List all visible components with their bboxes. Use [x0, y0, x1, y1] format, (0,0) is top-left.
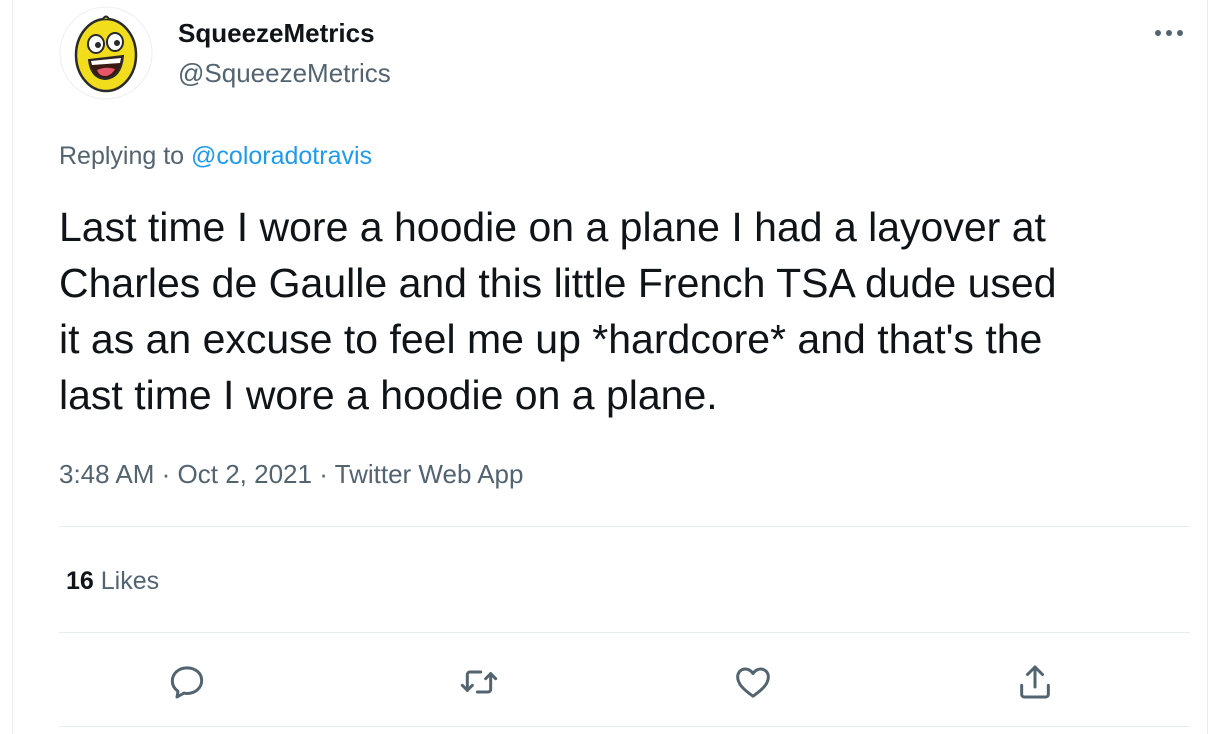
tweet-text-line: last time I wore a hoodie on a plane.: [59, 372, 718, 418]
author-handle[interactable]: @SqueezeMetrics: [178, 57, 391, 89]
likes-label: Likes: [100, 567, 160, 595]
tweet-text-line: Last time I wore a hoodie on a plane I h…: [59, 204, 1046, 250]
share-icon: [1020, 665, 1050, 699]
more-options-button[interactable]: [1149, 18, 1189, 48]
reply-context: Replying to @coloradotravis: [59, 140, 372, 172]
meta-separator: ·: [319, 459, 328, 489]
tweet-text-line: Charles de Gaulle and this little French…: [59, 260, 1057, 306]
tweet-card: SqueezeMetrics @SqueezeMetrics Replying …: [12, 0, 1208, 734]
reply-context-prefix: Replying to: [59, 142, 185, 170]
reply-mention-link[interactable]: @coloradotravis: [191, 142, 372, 170]
likes-count: 16: [66, 567, 94, 595]
retweet-button[interactable]: [457, 660, 501, 704]
like-button[interactable]: [731, 660, 775, 704]
tweet-text: Last time I wore a hoodie on a plane I h…: [59, 199, 1199, 423]
avatar[interactable]: [59, 6, 153, 100]
tweet-source[interactable]: Twitter Web App: [335, 459, 524, 489]
tweet-time[interactable]: 3:48 AM: [59, 459, 154, 489]
meta-separator: ·: [161, 459, 171, 489]
tweet-date[interactable]: Oct 2, 2021: [178, 459, 312, 489]
divider: [59, 726, 1190, 727]
divider: [59, 632, 1190, 633]
heart-icon: [736, 667, 770, 698]
likes-stat[interactable]: 16 Likes: [66, 565, 159, 597]
more-horizontal-icon: [1155, 30, 1183, 36]
author-display-name[interactable]: SqueezeMetrics: [178, 17, 375, 49]
reply-icon: [170, 666, 204, 699]
reply-button[interactable]: [165, 660, 209, 704]
tweet-metadata: 3:48 AM · Oct 2, 2021 · Twitter Web App: [59, 458, 523, 490]
divider: [59, 526, 1190, 527]
tweet-text-line: it as an excuse to feel me up *hardcore*…: [59, 316, 1043, 362]
lemon-face-avatar-icon: [59, 6, 153, 100]
retweet-icon: [460, 670, 498, 694]
share-button[interactable]: [1013, 660, 1057, 704]
